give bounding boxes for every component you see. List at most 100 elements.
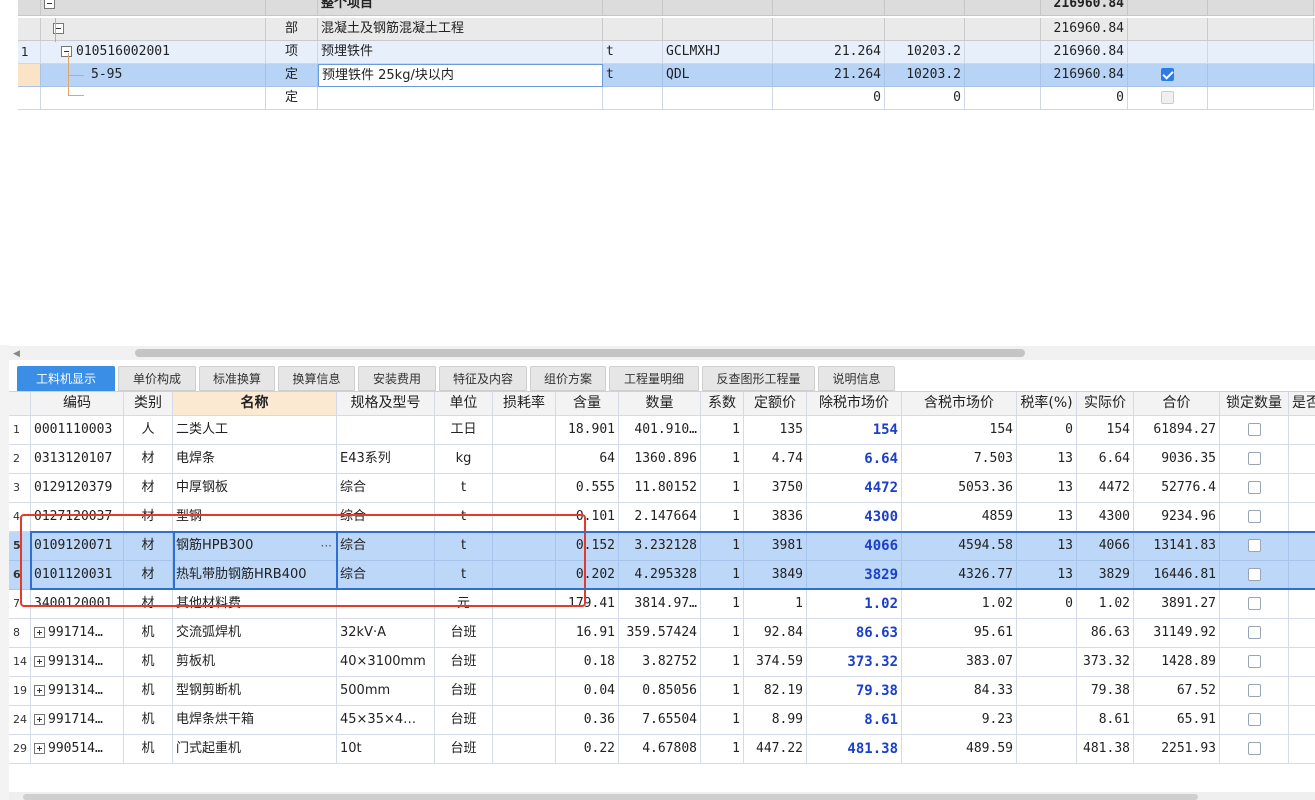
code-cell[interactable] [41,87,266,110]
tab-installation-fee[interactable]: 安装费用 [358,366,436,391]
lock-checkbox-icon[interactable] [1247,423,1261,436]
cell-loss-rate[interactable] [493,532,556,561]
tree-row-quota-selected[interactable]: 5-95 定 预埋铁件 25kg/块以内 t QDL 21.264 10203.… [18,64,1315,87]
cell-net-market-price[interactable]: 4300 [807,503,902,532]
tab-unit-price-composition[interactable]: 单价构成 [118,366,196,391]
cell-loss-rate[interactable] [493,445,556,474]
col-total[interactable]: 合价 [1134,392,1220,416]
tab-description[interactable]: 说明信息 [818,366,895,391]
cell-net-market-price[interactable]: 373.32 [807,648,902,677]
cell-loss-rate[interactable] [493,706,556,735]
scroll-left-arrow-icon[interactable]: ◀ [13,349,20,359]
cell-name[interactable]: 型钢 [173,503,337,532]
resource-row[interactable]: 19 991314… 机型钢剪断机 500mm 台班 0.04 0.85056 1 82.19 7… [9,677,1315,706]
scrollbar-thumb[interactable] [23,794,1198,800]
tab-conversion-info[interactable]: 换算信息 [278,366,355,391]
cell-net-market-price[interactable]: 4472 [807,474,902,503]
cell-lock-quantity[interactable] [1220,503,1289,532]
cell-name[interactable]: 电焊条烘干箱 [173,706,337,735]
cell-content[interactable]: 0.22 [556,735,619,764]
cell-content[interactable]: 16.91 [556,619,619,648]
col-quantity[interactable]: 数量 [619,392,701,416]
cell-content[interactable]: 179.41 [556,590,619,619]
tree-row-project[interactable]: 整个项目 216960.84 [18,0,1315,16]
cell-net-market-price[interactable]: 79.38 [807,677,902,706]
cell-lock-quantity[interactable] [1220,735,1289,764]
quota-name-input[interactable]: 预埋铁件 25kg/块以内 [318,64,603,87]
cell-content[interactable]: 0.101 [556,503,619,532]
col-actual-price[interactable]: 实际价 [1077,392,1134,416]
lock-checkbox-icon[interactable] [1247,510,1261,523]
cell-content[interactable]: 0.202 [556,561,619,590]
col-name[interactable]: 名称 [173,392,337,416]
cell-content[interactable]: 64 [556,445,619,474]
cell-loss-rate[interactable] [493,503,556,532]
tab-reverse-check-graphic[interactable]: 反查图形工程量 [702,366,815,391]
col-coefficient[interactable]: 系数 [701,392,744,416]
cell-lock-quantity[interactable] [1220,677,1289,706]
resource-row[interactable]: 1 0001110003 人二类人工 工日 18.901 401.910… 1 135 154 1… [9,416,1315,445]
lock-checkbox-icon[interactable] [1247,626,1261,639]
cell-lock-quantity[interactable] [1220,648,1289,677]
cell-loss-rate[interactable] [493,561,556,590]
col-lock-quantity[interactable]: 锁定数量 [1220,392,1289,416]
cell-name[interactable]: 中厚钢板 [173,474,337,503]
cell-content[interactable]: 0.36 [556,706,619,735]
resource-row[interactable]: 29 990514… 机门式起重机 10t 台班 0.22 4.67808 1 447.22 48… [9,735,1315,764]
tree-toggle-cell[interactable] [41,18,266,41]
cell-net-market-price[interactable]: 86.63 [807,619,902,648]
scrollbar-thumb[interactable] [135,349,1025,357]
collapse-icon[interactable] [61,46,72,57]
tab-features-content[interactable]: 特征及内容 [439,366,527,391]
cell-name[interactable]: 其他材料费 [173,590,337,619]
col-unit[interactable]: 单位 [435,392,493,416]
check-cell[interactable] [1128,64,1208,87]
checkbox-checked-icon[interactable] [1161,68,1174,81]
tree-row-item[interactable]: 1 010516002001 项 预埋铁件 t GCLMXHJ 21.264 1… [18,41,1315,64]
resource-row[interactable]: 14 991314… 机剪板机 40×3100mm 台班 0.18 3.82752 1 374.… [9,648,1315,677]
cell-lock-quantity[interactable] [1220,619,1289,648]
expand-plus-icon[interactable] [34,714,45,725]
lock-checkbox-icon[interactable] [1247,568,1261,581]
cell-name[interactable]: 交流弧焊机 [173,619,337,648]
cell-loss-rate[interactable] [493,590,556,619]
cell-net-market-price[interactable]: 4066 [807,532,902,561]
expand-plus-icon[interactable] [34,685,45,696]
cell-loss-rate[interactable] [493,677,556,706]
tab-pricing-scheme[interactable]: 组价方案 [530,366,606,391]
resource-row[interactable]: 3 0129120379 材中厚钢板 综合 t 0.555 11.80152 1 3750 447… [9,474,1315,503]
expand-plus-icon[interactable] [34,743,45,754]
lock-checkbox-icon[interactable] [1247,597,1261,610]
expand-plus-icon[interactable] [34,627,45,638]
cell-lock-quantity[interactable] [1220,416,1289,445]
expand-plus-icon[interactable] [34,656,45,667]
cell-content[interactable]: 0.555 [556,474,619,503]
col-whether[interactable]: 是否 [1289,392,1315,416]
collapse-icon[interactable] [44,0,55,9]
col-base-price[interactable]: 定额价 [744,392,807,416]
resource-row[interactable]: 4 0127120037 材型钢 综合 t 0.101 2.147664 1 3836 4300 4… [9,503,1315,532]
col-loss-rate[interactable]: 损耗率 [493,392,556,416]
cell-net-market-price[interactable]: 1.02 [807,590,902,619]
tab-labor-material-machine[interactable]: 工料机显示 [17,366,115,391]
cell-lock-quantity[interactable] [1220,590,1289,619]
lock-checkbox-icon[interactable] [1247,684,1261,697]
cell-loss-rate[interactable] [493,648,556,677]
tree-toggle-cell[interactable] [41,0,266,16]
cell-content[interactable]: 0.18 [556,648,619,677]
cell-content[interactable]: 18.901 [556,416,619,445]
cell-name[interactable]: 热轧带肋钢筋HRB400 [173,561,337,590]
lock-checkbox-icon[interactable] [1247,452,1261,465]
cell-name[interactable]: 剪板机 [173,648,337,677]
col-net-market-price[interactable]: 除税市场价 [807,392,902,416]
cell-content[interactable]: 0.152 [556,532,619,561]
lock-checkbox-icon[interactable] [1247,539,1261,552]
col-gross-market-price[interactable]: 含税市场价 [902,392,1017,416]
cell-loss-rate[interactable] [493,619,556,648]
resource-row[interactable]: 24 991714… 机电焊条烘干箱 45×35×4… 台班 0.36 7.65504 1 8.… [9,706,1315,735]
cell-loss-rate[interactable] [493,416,556,445]
cell-net-market-price[interactable]: 6.64 [807,445,902,474]
resource-row[interactable]: 5 0109120071 材钢筋HPB300 ··· 综合 t 0.152 3.232128 1… [9,532,1315,561]
cell-lock-quantity[interactable] [1220,474,1289,503]
upper-horizontal-scrollbar[interactable]: ◀ [9,346,1315,360]
